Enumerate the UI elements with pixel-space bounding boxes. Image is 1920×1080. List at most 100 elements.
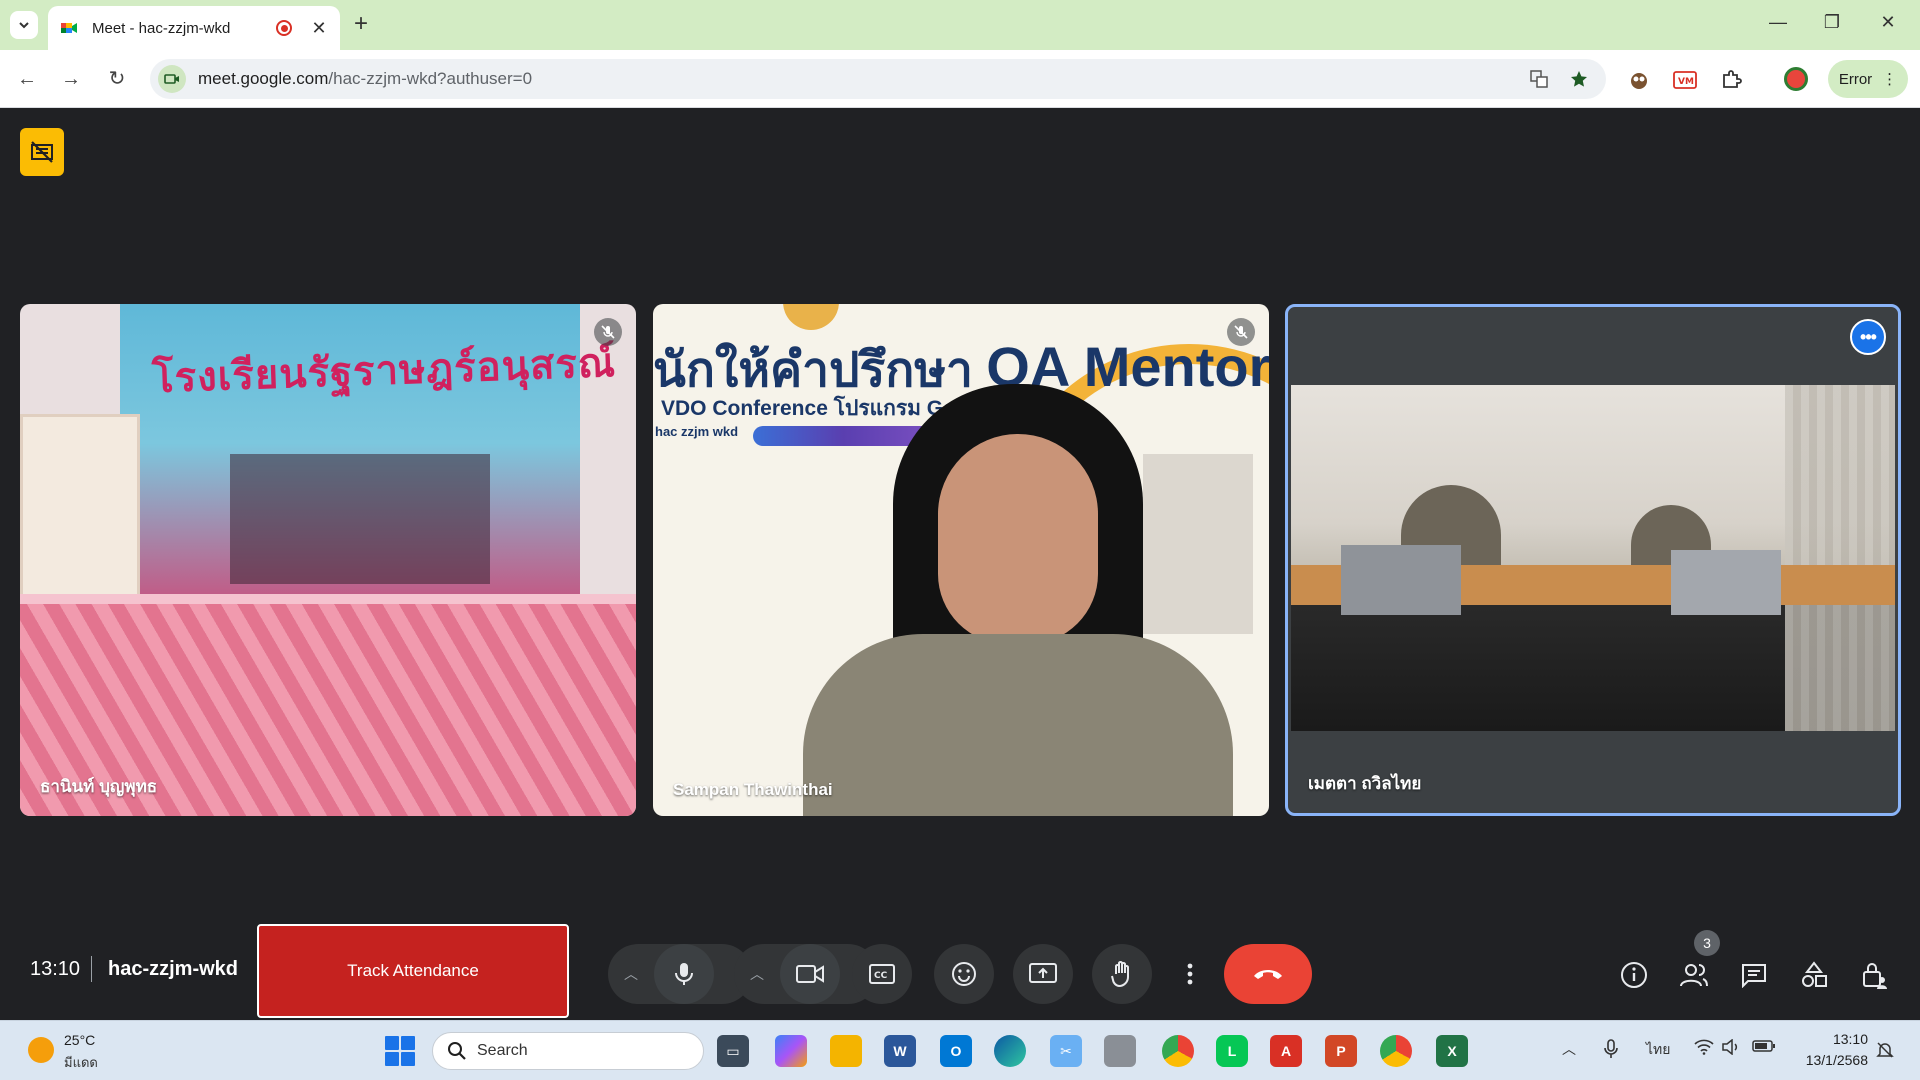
divider	[91, 956, 92, 982]
activities-button[interactable]	[1797, 958, 1831, 992]
notifications-icon[interactable]	[1876, 1041, 1894, 1062]
tab-search-button[interactable]	[10, 11, 38, 39]
participant-tile-3[interactable]: ••• เมตตา ถวิลไทย	[1285, 304, 1901, 816]
browser-tab-strip: Meet - hac-zzjm-wkd ✕ + — ❐ ✕	[0, 0, 1920, 50]
camera-button[interactable]	[780, 944, 840, 1004]
taskbar-time[interactable]: 13:10	[1800, 1031, 1868, 1047]
tile-more-options-icon[interactable]: •••	[1850, 319, 1886, 355]
file-explorer-icon[interactable]	[830, 1035, 862, 1067]
battery-icon[interactable]	[1752, 1039, 1776, 1056]
more-options-button[interactable]	[1160, 944, 1220, 1004]
track-attendance-button[interactable]: Track Attendance	[257, 924, 569, 1018]
task-view-icon[interactable]: ▭	[717, 1035, 749, 1067]
input-language[interactable]: ไทย	[1646, 1039, 1670, 1061]
host-controls-button[interactable]	[1857, 958, 1891, 992]
site-info-icon[interactable]	[158, 65, 186, 93]
word-icon[interactable]: W	[884, 1035, 916, 1067]
present-icon	[1029, 963, 1057, 983]
show-hidden-icons-icon[interactable]: ︿	[1562, 1039, 1576, 1059]
control-panel-icon[interactable]	[1104, 1035, 1136, 1067]
video-scenery	[230, 454, 490, 584]
mic-off-icon	[594, 318, 622, 346]
address-bar[interactable]: meet.google.com/hac-zzjm-wkd?authuser=0	[150, 59, 1606, 99]
chrome-icon[interactable]	[1162, 1035, 1194, 1067]
volume-icon[interactable]	[1722, 1038, 1742, 1058]
tray-mic-icon[interactable]	[1604, 1039, 1618, 1062]
taskbar-date[interactable]: 13/1/2568	[1796, 1052, 1868, 1068]
participant-tile-2[interactable]: นักให้คำปรึกษา QA Mentor VDO Conference …	[653, 304, 1269, 816]
url-text: meet.google.com/hac-zzjm-wkd?authuser=0	[198, 69, 533, 88]
new-tab-button[interactable]: +	[354, 12, 368, 36]
video-laptop-1	[1341, 545, 1461, 615]
hand-icon	[1111, 961, 1129, 988]
weather-temperature[interactable]: 25°C	[64, 1032, 95, 1048]
edge-icon[interactable]	[994, 1035, 1026, 1067]
extensions-puzzle-icon[interactable]	[1718, 67, 1744, 93]
line-app-icon[interactable]: L	[1216, 1035, 1248, 1067]
profile-error-button[interactable]: Error ⋮	[1828, 60, 1908, 98]
chrome-profile-icon[interactable]	[1380, 1035, 1412, 1067]
browser-toolbar: ← → ↻ meet.google.com/hac-zzjm-wkd?authu…	[0, 50, 1920, 108]
copilot-icon[interactable]	[775, 1035, 807, 1067]
phone-hangup-icon	[1254, 970, 1282, 979]
video-graphic-circle	[783, 304, 839, 330]
camera-off-notice-icon[interactable]	[20, 128, 64, 176]
microphone-button[interactable]	[654, 944, 714, 1004]
translate-icon[interactable]	[1526, 66, 1552, 92]
acrobat-icon[interactable]: A	[1270, 1035, 1302, 1067]
meeting-details-button[interactable]	[1617, 958, 1651, 992]
audio-options-chevron-icon[interactable]: ︿	[608, 944, 654, 1004]
reactions-button[interactable]	[934, 944, 994, 1004]
windows-start-icon[interactable]	[385, 1036, 415, 1066]
meeting-code: hac-zzjm-wkd	[108, 958, 239, 980]
weather-sun-icon[interactable]	[28, 1037, 54, 1063]
info-icon	[1621, 962, 1647, 988]
snipping-tool-icon[interactable]: ✂	[1050, 1035, 1082, 1067]
tab-close-icon[interactable]: ✕	[310, 18, 328, 39]
excel-icon[interactable]: X	[1436, 1035, 1468, 1067]
wifi-icon[interactable]	[1694, 1039, 1714, 1058]
participant-name: Sampan Thawinthai	[673, 780, 833, 799]
extension-owl-icon[interactable]	[1626, 67, 1652, 93]
video-person-body	[803, 634, 1233, 816]
minimize-icon[interactable]: —	[1766, 12, 1790, 33]
meet-control-bar: 13:10 hac-zzjm-wkd Track Attendance ︿ ︿ …	[0, 906, 1920, 1020]
kebab-menu-icon	[1187, 963, 1193, 985]
reload-icon[interactable]: ↻	[104, 66, 130, 92]
chat-button[interactable]	[1737, 958, 1771, 992]
shapes-icon	[1802, 961, 1827, 987]
browser-tab-meet[interactable]: Meet - hac-zzjm-wkd ✕	[48, 6, 340, 50]
restore-icon[interactable]: ❐	[1820, 12, 1844, 33]
raise-hand-button[interactable]	[1092, 944, 1152, 1004]
video-curtain	[1785, 385, 1895, 731]
svg-text:CC: CC	[874, 971, 888, 981]
microphone-icon	[675, 963, 693, 985]
video-laptop-2	[1671, 550, 1781, 615]
back-icon[interactable]: ←	[14, 66, 40, 92]
participant-name: ธานินท์ บุญพุทธ	[40, 777, 158, 796]
bookmark-star-icon[interactable]	[1566, 66, 1592, 92]
people-button[interactable]	[1677, 958, 1711, 992]
meet-favicon-icon	[60, 19, 78, 37]
captions-button[interactable]: CC	[852, 944, 912, 1004]
window-close-icon[interactable]: ✕	[1876, 12, 1900, 33]
mic-off-icon	[1227, 318, 1255, 346]
video-options-chevron-icon[interactable]: ︿	[734, 944, 780, 1004]
present-screen-button[interactable]	[1013, 944, 1073, 1004]
meet-stage: โรงเรียนรัฐราษฎร์อนุสรณ์ ธานินท์ บุญพุทธ…	[0, 108, 1920, 1020]
svg-text:VM: VM	[1678, 77, 1694, 87]
profile-avatar[interactable]	[1784, 67, 1808, 91]
video-meeting-code: hac zzjm wkd	[655, 424, 739, 439]
weather-condition[interactable]: มีแดด	[64, 1052, 98, 1073]
participant-tile-1[interactable]: โรงเรียนรัฐราษฎร์อนุสรณ์ ธานินท์ บุญพุทธ	[20, 304, 636, 816]
forward-icon[interactable]: →	[58, 66, 84, 92]
extension-vm-icon[interactable]: VM	[1672, 67, 1698, 93]
video-person-face	[938, 434, 1098, 644]
leave-call-button[interactable]	[1224, 944, 1312, 1004]
taskbar-search-box[interactable]: Search	[432, 1032, 704, 1070]
outlook-icon[interactable]: O	[940, 1035, 972, 1067]
people-count-badge: 3	[1694, 930, 1720, 956]
error-label: Error	[1838, 70, 1873, 88]
tab-title: Meet - hac-zzjm-wkd	[92, 19, 231, 37]
powerpoint-icon[interactable]: P	[1325, 1035, 1357, 1067]
